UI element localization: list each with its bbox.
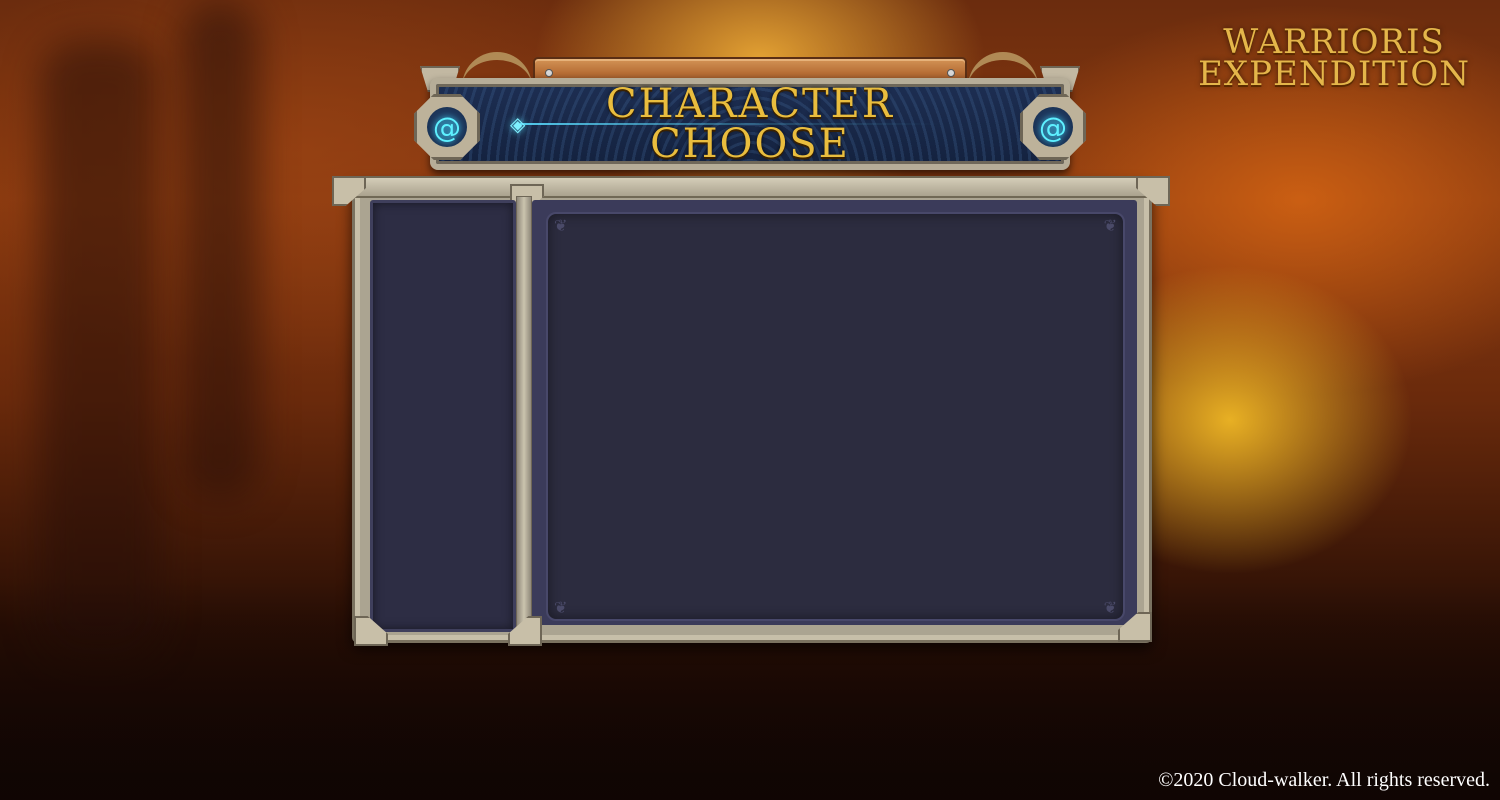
spiral-icon: @	[1033, 107, 1073, 147]
panel-divider	[516, 196, 532, 636]
emblem-right: @	[1020, 94, 1086, 160]
page-title: CHARACTER CHOOSE	[430, 84, 1070, 164]
ornament-icon: ❦	[554, 598, 568, 617]
character-list-panel[interactable]	[370, 200, 516, 632]
ornament-icon: ❦	[1103, 598, 1117, 617]
ornament-icon: ❦	[1103, 216, 1117, 235]
copyright-notice: ©2020 Cloud-walker. All rights reserved.	[1158, 769, 1490, 791]
ornament-icon: ❦	[554, 216, 568, 235]
game-logo-line2: EXPENDITION	[1198, 54, 1470, 94]
character-detail-panel[interactable]: ❦ ❦ ❦ ❦	[546, 212, 1125, 621]
game-logo: WARRIORIS EXPENDITION	[1198, 25, 1470, 94]
frame-top-bar	[336, 176, 1166, 198]
page-title-line1: CHARACTER	[606, 81, 894, 127]
background-tree-trunk	[40, 40, 160, 660]
page-title-line2: CHOOSE	[650, 121, 850, 167]
spiral-icon: @	[427, 107, 467, 147]
background-tree-trunk	[180, 0, 260, 500]
